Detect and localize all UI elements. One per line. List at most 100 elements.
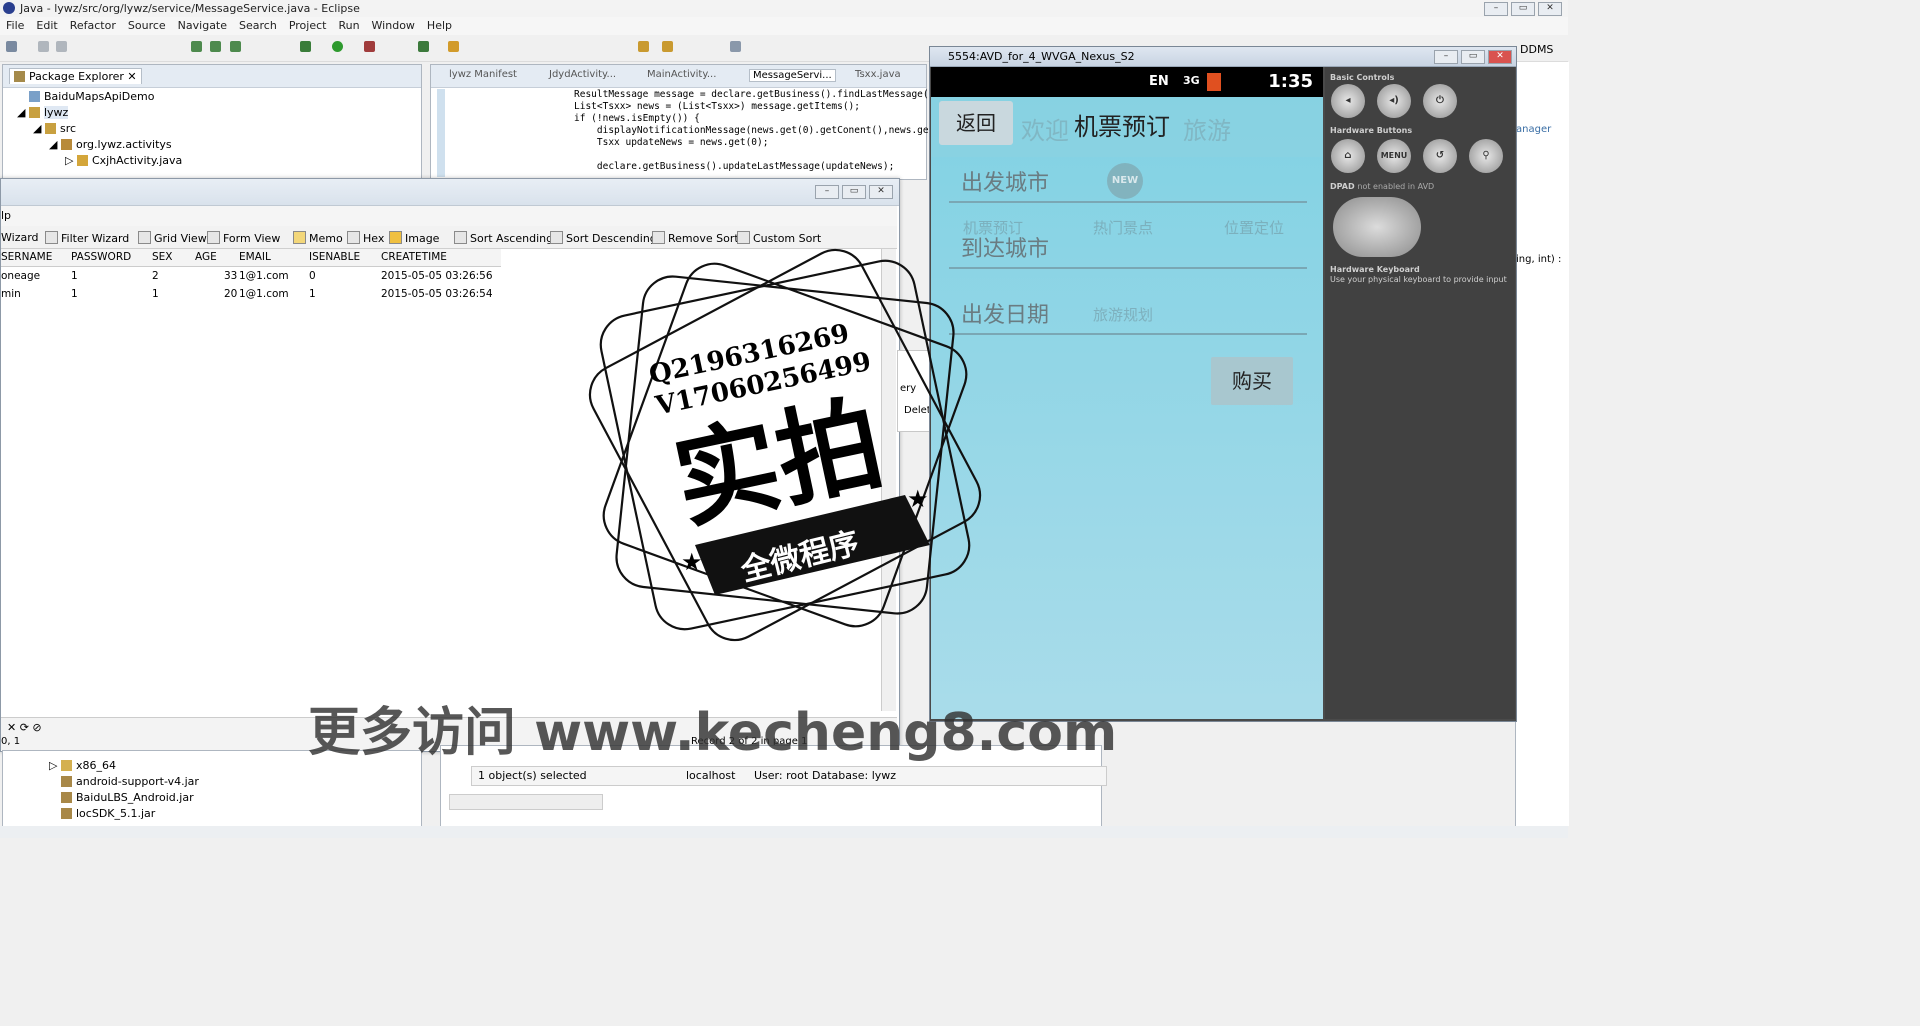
table-cell[interactable]: 20 bbox=[224, 288, 237, 300]
menu-window[interactable]: Window bbox=[366, 17, 421, 35]
back-button[interactable]: 返回 bbox=[939, 101, 1013, 145]
db-maximize-button[interactable]: ▭ bbox=[842, 185, 866, 199]
tab-main[interactable]: MainActivity... bbox=[647, 69, 716, 80]
table-cell[interactable]: 2 bbox=[152, 270, 159, 282]
grid-view-button[interactable]: Grid View bbox=[138, 231, 207, 245]
departure-city-input[interactable]: 出发城市 bbox=[949, 161, 1307, 203]
menu-file[interactable]: File bbox=[0, 17, 30, 35]
tree-item[interactable]: ◢ org.lywz.activitys bbox=[49, 138, 172, 151]
back-icon[interactable] bbox=[638, 41, 649, 52]
column-header[interactable]: SERNAME bbox=[1, 251, 52, 263]
tree-item[interactable]: BaiduLBS_Android.jar bbox=[61, 791, 194, 804]
ddms-perspective[interactable]: DDMS bbox=[1520, 43, 1553, 56]
table-cell[interactable]: 2015-05-05 03:26:56 bbox=[381, 270, 493, 282]
table-cell[interactable]: 1 bbox=[71, 270, 78, 282]
save-all-icon[interactable] bbox=[56, 41, 67, 52]
column-header[interactable]: CREATETIME bbox=[381, 251, 447, 263]
horizontal-scrollbar[interactable] bbox=[449, 794, 603, 810]
db-minimize-button[interactable]: – bbox=[815, 185, 839, 199]
tree-item[interactable]: locSDK_5.1.jar bbox=[61, 807, 155, 820]
remove-sort-button[interactable]: Remove Sort bbox=[652, 231, 739, 245]
sort-descending-button[interactable]: Sort Descending bbox=[550, 231, 657, 245]
search-icon[interactable]: ⚲ bbox=[1469, 139, 1503, 173]
sort-ascending-button[interactable]: Sort Ascending bbox=[454, 231, 553, 245]
column-header[interactable]: ISENABLE bbox=[309, 251, 360, 263]
background-title: 旅游 bbox=[1183, 117, 1231, 145]
tree-item[interactable]: android-support-v4.jar bbox=[61, 775, 199, 788]
wizard-button[interactable]: Wizard bbox=[1, 231, 39, 244]
external-tools-icon[interactable] bbox=[364, 41, 375, 52]
departure-date-input[interactable]: 出发日期 bbox=[949, 293, 1307, 335]
nav-buttons[interactable]: ✕ ⟳ ⊘ bbox=[7, 721, 42, 734]
table-cell[interactable]: oneage bbox=[1, 270, 40, 282]
tab-jdyd[interactable]: JdydActivity... bbox=[549, 69, 616, 80]
table-cell[interactable]: 2015-05-05 03:26:54 bbox=[381, 288, 493, 300]
tree-item[interactable]: ▷ x86_64 bbox=[49, 759, 116, 772]
status-bar bbox=[0, 826, 1568, 838]
emu-close-button[interactable]: ✕ bbox=[1488, 50, 1512, 64]
back-icon[interactable]: ↺ bbox=[1423, 139, 1457, 173]
tab-package-explorer[interactable]: Package Explorer ✕ bbox=[9, 68, 142, 84]
menu-search[interactable]: Search bbox=[233, 17, 283, 35]
build-icon[interactable] bbox=[191, 41, 202, 52]
hex-button[interactable]: Hex bbox=[347, 231, 384, 245]
home-icon[interactable]: ⌂ bbox=[1331, 139, 1365, 173]
menu-edit[interactable]: Edit bbox=[30, 17, 63, 35]
tab-tsxx[interactable]: Tsxx.java bbox=[855, 69, 901, 80]
column-header[interactable]: PASSWORD bbox=[71, 251, 131, 263]
perspective-icon[interactable] bbox=[730, 41, 741, 52]
run-icon[interactable] bbox=[332, 41, 343, 52]
emu-maximize-button[interactable]: ▭ bbox=[1461, 50, 1485, 64]
table-cell[interactable]: 1@1.com bbox=[239, 270, 289, 282]
tree-item[interactable]: ◢ lywz bbox=[17, 106, 69, 119]
db-close-button[interactable]: ✕ bbox=[869, 185, 893, 199]
column-header[interactable]: AGE bbox=[195, 251, 217, 263]
new-icon[interactable] bbox=[6, 41, 17, 52]
table-cell[interactable]: 33 bbox=[224, 270, 237, 282]
form-view-button[interactable]: Form View bbox=[207, 231, 280, 245]
table-cell[interactable]: 1 bbox=[152, 288, 159, 300]
debug-icon[interactable] bbox=[300, 41, 311, 52]
connection-database: Database: lywz bbox=[812, 769, 897, 782]
minimize-button[interactable]: – bbox=[1484, 2, 1508, 16]
dpad-control[interactable] bbox=[1333, 197, 1421, 257]
menu-source[interactable]: Source bbox=[122, 17, 172, 35]
menu-refactor[interactable]: Refactor bbox=[64, 17, 122, 35]
filter-wizard-button[interactable]: Filter Wizard bbox=[45, 231, 129, 245]
close-button[interactable]: ✕ bbox=[1538, 2, 1562, 16]
memo-button[interactable]: Memo bbox=[293, 231, 343, 245]
sdk-manager-icon[interactable] bbox=[210, 41, 221, 52]
save-icon[interactable] bbox=[38, 41, 49, 52]
open-type-icon[interactable] bbox=[448, 41, 459, 52]
tree-item[interactable]: ◢ src bbox=[33, 122, 76, 135]
buy-button[interactable]: 购买 bbox=[1211, 357, 1293, 405]
table-cell[interactable]: 0 bbox=[309, 270, 316, 282]
new-class-icon[interactable] bbox=[418, 41, 429, 52]
forward-icon[interactable] bbox=[662, 41, 673, 52]
volume-down-icon[interactable]: ◂ bbox=[1331, 84, 1365, 118]
menu-run[interactable]: Run bbox=[332, 17, 365, 35]
menu-navigate[interactable]: Navigate bbox=[172, 17, 233, 35]
table-cell[interactable]: 1@1.com bbox=[239, 288, 289, 300]
column-header[interactable]: EMAIL bbox=[239, 251, 271, 263]
table-cell[interactable]: min bbox=[1, 288, 21, 300]
tab-message-service[interactable]: MessageServi... bbox=[749, 69, 836, 82]
menu-project[interactable]: Project bbox=[283, 17, 333, 35]
tree-item[interactable]: BaiduMapsApiDemo bbox=[29, 90, 155, 103]
column-header[interactable]: SEX bbox=[152, 251, 173, 263]
menu-button[interactable]: MENU bbox=[1377, 139, 1411, 173]
avd-manager-icon[interactable] bbox=[230, 41, 241, 52]
volume-up-icon[interactable]: ◂) bbox=[1377, 84, 1411, 118]
arrival-city-input[interactable]: 到达城市 bbox=[949, 227, 1307, 269]
table-cell[interactable]: 1 bbox=[71, 288, 78, 300]
custom-sort-button[interactable]: Custom Sort bbox=[737, 231, 821, 245]
image-button[interactable]: Image bbox=[389, 231, 439, 245]
tab-manifest[interactable]: lywz Manifest bbox=[449, 69, 517, 80]
power-icon[interactable]: ⏻ bbox=[1423, 84, 1457, 118]
maximize-button[interactable]: ▭ bbox=[1511, 2, 1535, 16]
emu-minimize-button[interactable]: – bbox=[1434, 50, 1458, 64]
menu-help[interactable]: Help bbox=[421, 17, 458, 35]
db-menu-help[interactable]: lp bbox=[1, 209, 11, 222]
table-cell[interactable]: 1 bbox=[309, 288, 316, 300]
tree-item[interactable]: ▷ CxjhActivity.java bbox=[65, 154, 182, 167]
